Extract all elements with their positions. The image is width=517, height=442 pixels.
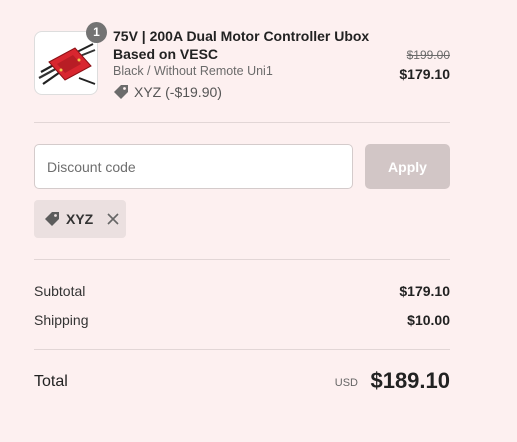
subtotal-label: Subtotal [34, 283, 86, 299]
product-title: 75V | 200A Dual Motor Controller Ubox Ba… [113, 28, 370, 62]
shipping-value: $10.00 [407, 312, 450, 328]
divider [34, 349, 450, 350]
subtotal-value: $179.10 [399, 283, 450, 299]
product-price: $179.10 [399, 66, 450, 82]
total-value: $189.10 [370, 368, 450, 393]
shipping-label: Shipping [34, 312, 89, 328]
product-variant: Black / Without Remote Uni1 [113, 64, 273, 78]
tag-icon [45, 212, 59, 226]
remove-discount-icon[interactable] [107, 213, 119, 225]
motor-controller-image [38, 43, 96, 85]
quantity-badge: 1 [86, 22, 107, 43]
original-price: $199.00 [406, 48, 450, 62]
divider [34, 259, 450, 260]
apply-button[interactable]: Apply [365, 144, 450, 189]
currency-code: USD [334, 377, 358, 389]
applied-discount-chip: XYZ [34, 200, 126, 238]
product-thumbnail [34, 31, 98, 95]
applied-discount-code: XYZ [66, 211, 94, 227]
discount-code-input[interactable] [34, 144, 353, 189]
product-discount: XYZ (-$19.90) [113, 84, 222, 100]
divider [34, 122, 450, 123]
product-discount-label: XYZ (-$19.90) [134, 84, 222, 100]
total-label: Total [34, 373, 68, 390]
order-summary: 1 75V | 200A Dual Motor Controller Ubox … [0, 0, 517, 442]
tag-icon [114, 85, 128, 99]
